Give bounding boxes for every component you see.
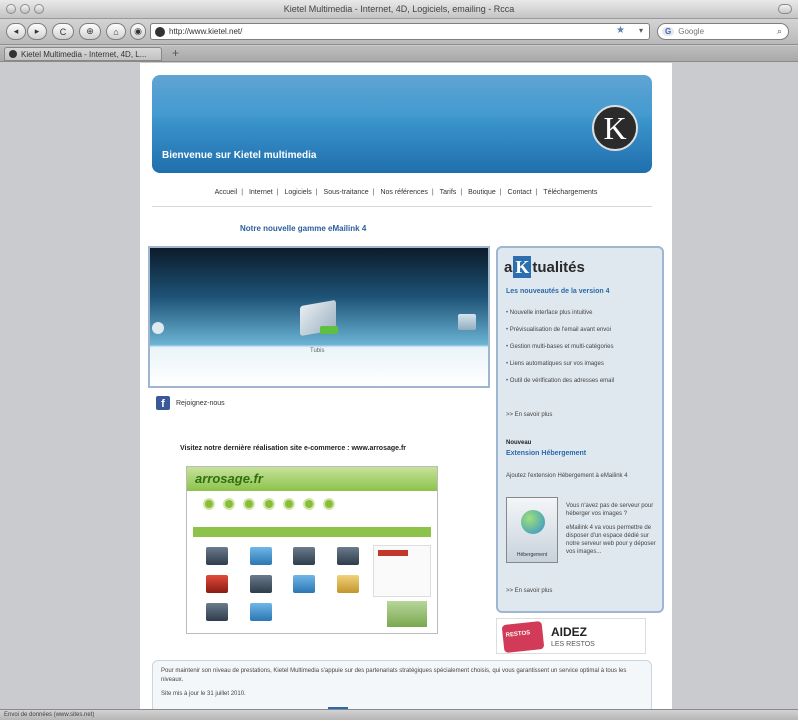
menu-item-sous-traitance[interactable]: Sous-traitance — [324, 189, 369, 196]
menu-divider — [152, 206, 652, 207]
back-button[interactable]: ◂ — [6, 23, 26, 40]
search-box[interactable]: G ⌕ — [657, 23, 789, 40]
aidez-title: AIDEZ — [551, 625, 587, 639]
product-slider[interactable]: Tubis — [148, 246, 490, 388]
hosting-icon-label: Hébergement — [516, 552, 548, 558]
list-item: Outil de vérification des adresses email — [506, 378, 614, 384]
site-favicon-icon — [155, 26, 165, 37]
reload-button[interactable]: C — [52, 23, 74, 40]
hosting-text: Vous n'avez pas de serveur pour héberger… — [566, 503, 656, 555]
browser-toolbar: ◂ ▸ C ⊕ ⌂ ◉ http://www.kietel.net/ ★ ▾ G… — [0, 19, 798, 45]
stop-button[interactable]: ⊕ — [79, 23, 101, 40]
menu-item-contact[interactable]: Contact — [508, 189, 532, 196]
list-item: Gestion multi-bases et multi-catégories — [506, 344, 614, 350]
home-icon: ⌂ — [113, 26, 119, 37]
info-text: Pour maintenir son niveau de prestations… — [161, 668, 627, 683]
tab-kietel[interactable]: Kietel Multimedia - Internet, 4D, L... — [4, 47, 162, 61]
extension-title[interactable]: Extension Hébergement — [506, 450, 586, 457]
green-arrow-icon — [320, 326, 338, 334]
learn-more-link[interactable]: >> En savoir plus — [506, 412, 552, 418]
learn-more-link-2[interactable]: >> En savoir plus — [506, 588, 552, 594]
globe-icon — [521, 510, 545, 534]
window-title: Kietel Multimedia - Internet, 4D, Logici… — [283, 4, 515, 14]
sidebar-heading: a Ktualités — [504, 256, 585, 278]
new-label: Nouveau — [506, 440, 532, 446]
list-item: Liens automatiques sur vos images — [506, 361, 614, 367]
restos-heart-logo: RESTOS — [501, 620, 545, 654]
hosting-extension-icon[interactable]: Hébergement — [506, 497, 558, 563]
list-item: Nouvelle interface plus intuitive — [506, 310, 614, 316]
tab-label: Kietel Multimedia - Internet, 4D, L... — [21, 49, 147, 59]
list-item: Prévisualisation de l'email avant envoi — [506, 327, 614, 333]
info-box: Pour maintenir son niveau de prestations… — [152, 660, 652, 709]
slider-caption: Tubis — [310, 348, 325, 354]
restos-banner[interactable]: RESTOS AIDEZ LES RESTOS — [496, 618, 646, 654]
bookmark-star-icon[interactable]: ★ — [616, 25, 625, 36]
sidebar-subtitle[interactable]: Les nouveautés de la version 4 — [506, 288, 610, 295]
search-engine-icon[interactable]: G — [662, 27, 675, 36]
url-dropdown-icon[interactable]: ▾ — [639, 26, 643, 35]
menu-item-boutique[interactable]: Boutique — [468, 189, 496, 196]
facebook-label[interactable]: Rejoignez-nous — [176, 400, 225, 407]
menu-item-logiciels[interactable]: Logiciels — [285, 189, 312, 196]
menu-item-accueil[interactable]: Accueil — [215, 189, 238, 196]
search-input[interactable] — [678, 27, 749, 36]
stop-icon: ⊕ — [86, 26, 94, 36]
status-bar: Envoi de données (www.sites.net) — [0, 709, 798, 720]
aidez-subtitle: LES RESTOS — [551, 641, 595, 648]
header-banner: Bienvenue sur Kietel multimedia K — [152, 75, 652, 173]
url-text[interactable]: http://www.kietel.net/ — [169, 27, 242, 36]
page-container: Bienvenue sur Kietel multimedia K Accuei… — [140, 63, 672, 709]
promo-title[interactable]: Notre nouvelle gamme eMailink 4 — [240, 224, 366, 233]
visit-text: Visitez notre dernière réalisation site … — [180, 445, 407, 452]
extension-description: Ajoutez l'extension Hébergement à eMaili… — [506, 473, 628, 479]
new-tab-button[interactable]: + — [172, 46, 179, 60]
globe-icon: ◉ — [134, 26, 142, 36]
tab-favicon-icon — [9, 50, 17, 58]
menu-item-internet[interactable]: Internet — [249, 189, 273, 196]
arrosage-screenshot[interactable]: arrosage.fr — [186, 466, 438, 634]
news-sidebar: a Ktualités Les nouveautés de la version … — [496, 246, 664, 613]
arrosage-logo: arrosage.fr — [195, 471, 263, 486]
menu-item-telechargements[interactable]: Téléchargements — [543, 189, 597, 196]
main-menu: Accueil | Internet | Logiciels | Sous-trait… — [214, 189, 598, 196]
tab-bar: Kietel Multimedia - Internet, 4D, L... + — [0, 46, 798, 62]
forward-arrow-icon: ▸ — [34, 26, 40, 36]
home-button[interactable]: ⌂ — [106, 23, 126, 40]
slider-prev-button[interactable] — [152, 322, 164, 334]
kietel-logo[interactable]: K — [592, 105, 638, 151]
back-arrow-icon: ◂ — [13, 26, 19, 36]
address-bar[interactable]: http://www.kietel.net/ ★ ▾ — [150, 23, 650, 40]
update-date: Site mis à jour le 31 juillet 2010. — [161, 691, 246, 697]
facebook-icon[interactable]: f — [156, 396, 170, 410]
k-logo-icon: K — [513, 256, 532, 278]
toolbar-toggle-button[interactable] — [778, 4, 792, 14]
reload-icon: C — [59, 26, 67, 37]
site-identity-button[interactable]: ◉ — [130, 23, 146, 40]
banner-title: Bienvenue sur Kietel multimedia — [162, 150, 317, 161]
features-list: Nouvelle interface plus intuitive Prévis… — [506, 310, 614, 395]
menu-item-tarifs[interactable]: Tarifs — [440, 189, 457, 196]
product-grid — [195, 547, 370, 621]
search-icon[interactable]: ⌕ — [777, 26, 782, 37]
page-viewport: Bienvenue sur Kietel multimedia K Accuei… — [8, 63, 790, 709]
window-titlebar: Kietel Multimedia - Internet, 4D, Logici… — [0, 0, 798, 19]
forward-button[interactable]: ▸ — [27, 23, 47, 40]
slider-next-button[interactable] — [458, 314, 476, 330]
menu-item-references[interactable]: Nos références — [380, 189, 427, 196]
facebook-link[interactable]: f Rejoignez-nous — [156, 396, 225, 410]
